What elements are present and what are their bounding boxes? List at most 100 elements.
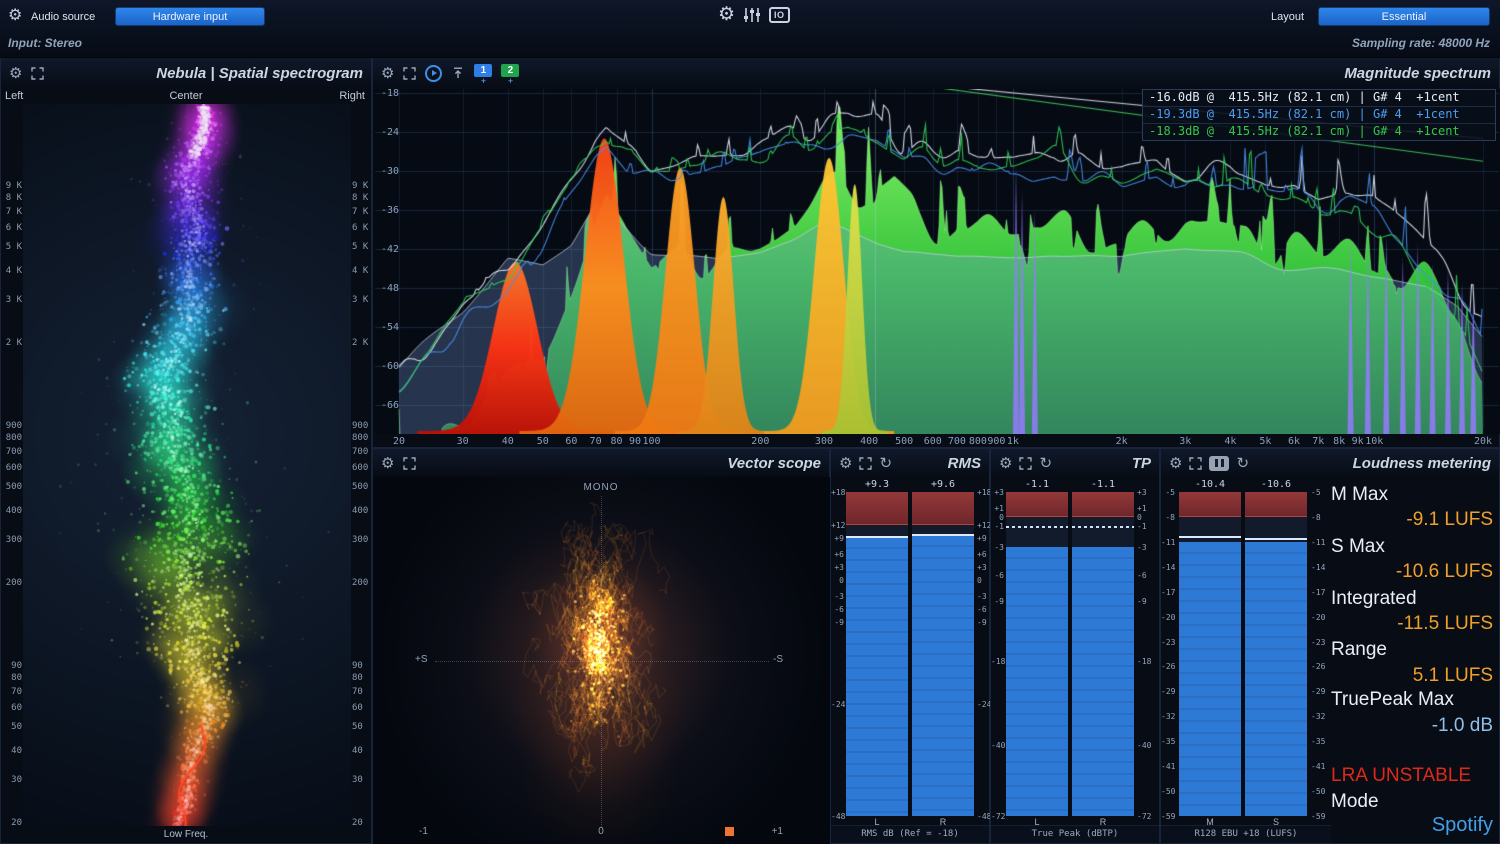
meter-tick: -9 xyxy=(991,597,1004,606)
loudness-header: ⚙ ↻ Loudness metering xyxy=(1161,449,1499,477)
hardware-input-button[interactable]: Hardware input xyxy=(115,7,265,26)
freq-tick: 40 xyxy=(352,746,372,756)
meter-tick: -3 xyxy=(977,592,991,601)
nebula-center-label: Center xyxy=(1,90,371,102)
freq-tick: 800 xyxy=(2,433,22,443)
minus-s-label: -S xyxy=(773,654,783,665)
meter-tick: +12 xyxy=(831,521,844,530)
nebula-freq-scale-right: 9 K8 K7 K6 K5 K4 K3 K2 K9008007006005004… xyxy=(352,58,372,843)
meter-tick: -32 xyxy=(1311,712,1329,721)
meter-tick: -8 xyxy=(1311,513,1329,522)
fullscreen-icon[interactable] xyxy=(403,67,416,80)
meter-tick: -48 xyxy=(977,812,991,821)
meter-tick: +9 xyxy=(977,534,991,543)
live-play-icon[interactable] xyxy=(425,65,442,82)
meter-tick: -17 xyxy=(1161,588,1175,597)
tp-peak-right: -1.1 xyxy=(1072,479,1134,490)
meter-tick: 0 xyxy=(831,576,844,585)
tp-meter-bar-right[interactable] xyxy=(1072,492,1134,816)
fullscreen-icon[interactable] xyxy=(859,457,872,470)
rms-settings-gear-icon[interactable]: ⚙ xyxy=(839,456,852,471)
loudness-scale-left: -5-8-11-14-17-20-23-26-29-32-35-41-50-59 xyxy=(1161,449,1175,843)
loudness-peak-s: -10.6 xyxy=(1245,479,1307,490)
meter-tick: -9 xyxy=(977,618,991,627)
fullscreen-icon[interactable] xyxy=(1189,457,1202,470)
meter-value-line xyxy=(846,536,908,538)
mode-value[interactable]: Spotify xyxy=(1432,814,1493,837)
tp-footer: True Peak (dBTP) xyxy=(991,825,1159,843)
spectrum-slot-2[interactable]: 2 + xyxy=(501,64,519,85)
magnitude-freq-scale: 2030405060708090100200300400500600700800… xyxy=(373,436,1499,448)
spectrum-slot-1[interactable]: 1 + xyxy=(474,64,492,85)
meter-tick: +3 xyxy=(991,488,1004,497)
tp-meter-bar-left[interactable] xyxy=(1006,492,1068,816)
nebula-panel: ⚙ Nebula | Spatial spectrogram Left Cent… xyxy=(0,57,372,844)
db-tick: -36 xyxy=(381,205,399,216)
tp-peak-left: -1.1 xyxy=(1006,479,1068,490)
pause-button[interactable] xyxy=(1209,456,1229,471)
tp-header: ⚙ ↻ TP xyxy=(991,449,1159,477)
freq-tick: 70 xyxy=(352,687,372,697)
mixer-sliders-icon[interactable] xyxy=(743,7,761,23)
freq-tick: 4k xyxy=(1224,436,1236,447)
freq-tick: 20 xyxy=(2,818,22,828)
freq-tick: 60 xyxy=(565,436,577,447)
slot-1-add-icon[interactable]: + xyxy=(481,77,486,85)
freq-tick: 30 xyxy=(457,436,469,447)
tp-settings-gear-icon[interactable]: ⚙ xyxy=(999,456,1012,471)
slot-2-add-icon[interactable]: + xyxy=(508,77,513,85)
audio-source-settings-gear-icon[interactable]: ⚙ xyxy=(8,8,22,24)
freq-tick: 700 xyxy=(352,447,372,457)
settings-gear-icon[interactable]: ⚙ xyxy=(718,5,735,24)
meter-tick: -24 xyxy=(977,700,991,709)
fullscreen-icon[interactable] xyxy=(31,67,44,80)
magnitude-header: ⚙ 1 + 2 + Magnitude spectrum xyxy=(373,58,1499,88)
rms-meter-bar-right[interactable] xyxy=(912,492,974,816)
meter-tick: -9 xyxy=(831,618,844,627)
fullscreen-icon[interactable] xyxy=(1019,457,1032,470)
layout-essential-button[interactable]: Essential xyxy=(1318,7,1490,26)
freq-tick: 90 xyxy=(2,661,22,671)
meter-tick: -14 xyxy=(1161,563,1175,572)
meter-tick: -50 xyxy=(1161,787,1175,796)
side-axis-line xyxy=(435,661,769,662)
freq-tick: 700 xyxy=(948,436,966,447)
lra-warning: LRA UNSTABLE xyxy=(1331,765,1471,787)
meter-tick: -35 xyxy=(1311,737,1329,746)
vector-scope-panel: ⚙ Vector scope MONO +S -S -1 0 +1 xyxy=(372,448,830,844)
snapshot-to-top-icon[interactable] xyxy=(451,66,465,80)
freq-tick: 50 xyxy=(2,722,22,732)
loudness-settings-gear-icon[interactable]: ⚙ xyxy=(1169,456,1182,471)
nebula-settings-gear-icon[interactable]: ⚙ xyxy=(9,66,22,81)
reset-icon[interactable]: ↻ xyxy=(1039,456,1052,471)
io-routing-icon[interactable]: IO xyxy=(769,7,790,23)
loudness-meter-bar-m[interactable] xyxy=(1179,492,1241,816)
vector-settings-gear-icon[interactable]: ⚙ xyxy=(381,456,394,471)
freq-tick: 600 xyxy=(924,436,942,447)
reset-icon[interactable]: ↻ xyxy=(879,456,892,471)
magnitude-settings-gear-icon[interactable]: ⚙ xyxy=(381,66,394,81)
db-tick: -18 xyxy=(381,88,399,99)
freq-tick: 60 xyxy=(352,703,372,713)
rms-meter-panel: ⚙ ↻ RMS +9.3 +9.6 +18+12+9+6+30-3-6-9-24… xyxy=(830,448,990,844)
freq-tick: 8k xyxy=(1333,436,1345,447)
rms-meter-bar-left[interactable] xyxy=(846,492,908,816)
sampling-rate: Sampling rate: 48000 Hz xyxy=(1352,36,1490,50)
meter-tick: -35 xyxy=(1161,737,1175,746)
meter-tick: -23 xyxy=(1161,638,1175,647)
fullscreen-icon[interactable] xyxy=(403,457,416,470)
meter-tick: -5 xyxy=(1311,488,1329,497)
meter-tick: -11 xyxy=(1161,538,1175,547)
rms-scale-right: +18+12+9+6+30-3-6-9-24-48 xyxy=(977,449,991,843)
meter-tick: +18 xyxy=(831,488,844,497)
loudness-meter-bar-s[interactable] xyxy=(1245,492,1307,816)
spatial-spectrogram-canvas[interactable] xyxy=(23,104,351,826)
rms-peak-right: +9.6 xyxy=(912,479,974,490)
freq-tick: 40 xyxy=(2,746,22,756)
magnitude-spectrum-panel: ⚙ 1 + 2 + Magnitude spectrum -18-24-30-3… xyxy=(372,57,1500,448)
freq-tick: 500 xyxy=(352,482,372,492)
reset-icon[interactable]: ↻ xyxy=(1236,456,1249,471)
freq-tick: 5 K xyxy=(2,242,22,252)
magnitude-db-scale: -18-24-30-36-42-48-54-60-66 xyxy=(375,89,399,434)
cursor-readout-row: -19.3dB @ 415.5Hz (82.1 cm) | G# 4 +1cen… xyxy=(1143,106,1495,123)
